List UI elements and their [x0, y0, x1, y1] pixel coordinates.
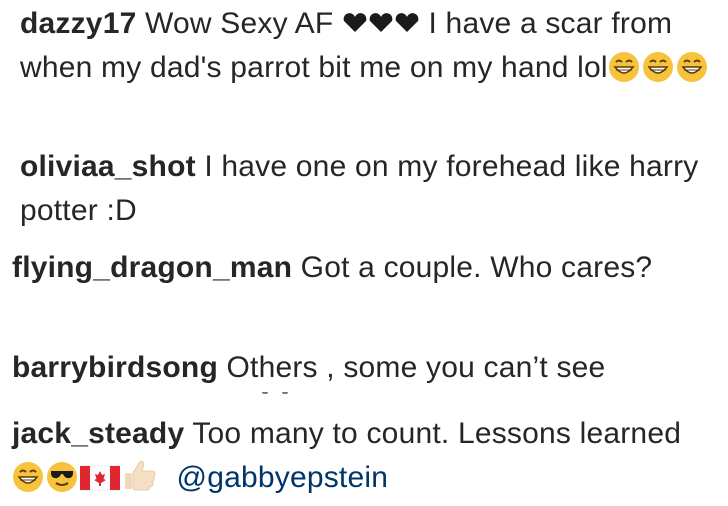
comment-username[interactable]: dazzy17	[20, 7, 136, 40]
comment-username[interactable]: oliviaa_shot	[20, 150, 196, 183]
comment-item: dazzy17 Wow Sexy AF I have a scar from w…	[20, 2, 720, 96]
comment-text: Wow Sexy AF	[145, 7, 334, 40]
black-heart-icon	[394, 2, 420, 46]
black-heart-icon	[368, 2, 394, 46]
comment-username[interactable]: jack_steady	[12, 417, 184, 450]
comment-item: flying_dragon_man Got a couple. Who care…	[12, 246, 712, 290]
grinning-face-icon	[608, 51, 640, 96]
comment-item: barrybirdsong Others , some you can’t se…	[12, 346, 712, 390]
grinning-face-icon	[642, 51, 674, 96]
comment-username[interactable]: barrybirdsong	[12, 351, 218, 384]
black-heart-icon	[342, 2, 368, 46]
user-mention-link[interactable]: @gabbyepstein	[177, 461, 389, 494]
grinning-face-icon	[12, 461, 44, 506]
grinning-face-icon	[676, 51, 708, 96]
comment-text: Got a couple. Who cares?	[300, 251, 653, 284]
comment-text: Too many to count. Lessons learned	[192, 417, 682, 450]
comment-username[interactable]: flying_dragon_man	[12, 251, 292, 284]
canada-flag-icon	[79, 462, 121, 506]
thumbs-up-icon	[122, 459, 158, 506]
clipped-text-remnant	[12, 392, 712, 398]
comment-list: dazzy17 Wow Sexy AF I have a scar from w…	[0, 0, 728, 506]
sunglasses-face-icon	[46, 461, 78, 506]
comment-item: jack_steady Too many to count. Lessons l…	[12, 412, 712, 506]
comment-item: oliviaa_shot I have one on my forehead l…	[20, 145, 720, 233]
comment-text: Others , some you can’t see	[226, 351, 606, 384]
